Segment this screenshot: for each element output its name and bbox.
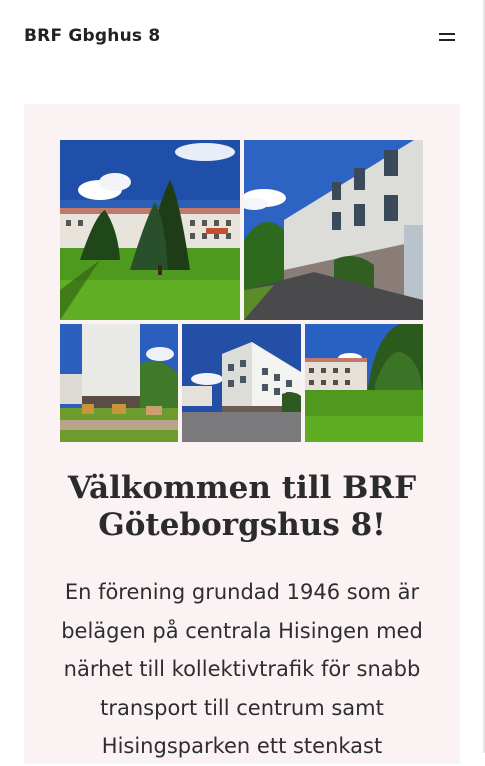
photo-scaffolding-image [60, 324, 178, 442]
gallery-photo-apartment-block[interactable] [182, 324, 301, 442]
site-header: BRF Gbghus 8 [0, 0, 483, 74]
gallery-photo-lawn[interactable] [305, 324, 423, 442]
photo-apartment-block-image [182, 324, 301, 442]
welcome-heading: Välkommen till BRF Göteborgshus 8! [67, 470, 417, 543]
photo-courtyard-image [60, 140, 240, 320]
site-title-link[interactable]: BRF Gbghus 8 [24, 26, 160, 46]
photo-building-alley-image [244, 140, 423, 320]
intro-paragraph: En förening grundad 1946 som är belägen … [61, 580, 423, 758]
menu-button[interactable] [432, 26, 462, 48]
gallery-photo-scaffolding[interactable] [60, 324, 178, 442]
gallery-photo-courtyard[interactable] [60, 140, 240, 320]
gallery-photo-building-alley[interactable] [244, 140, 423, 320]
photo-lawn-image [305, 324, 423, 442]
